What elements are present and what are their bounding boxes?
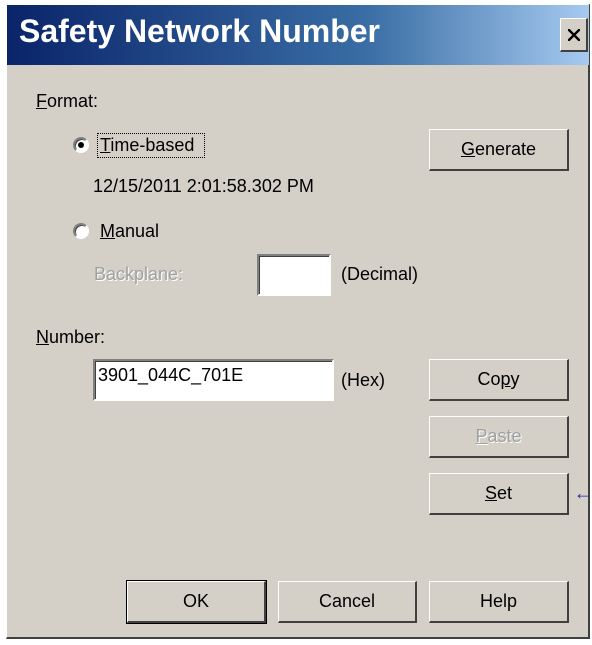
backplane-input[interactable] xyxy=(257,254,331,296)
safety-network-number-dialog: Safety Network Number Format: Time-based… xyxy=(6,4,592,639)
manual-radio[interactable] xyxy=(73,223,89,239)
title-bar[interactable]: Safety Network Number xyxy=(7,5,589,65)
radio-selected-dot xyxy=(78,142,84,148)
close-button[interactable] xyxy=(560,18,588,52)
dialog-title: Safety Network Number xyxy=(19,13,380,49)
time-based-label[interactable]: Time-based xyxy=(100,135,194,156)
copy-button[interactable]: Copy xyxy=(429,359,569,401)
cancel-button[interactable]: Cancel xyxy=(278,581,417,623)
number-input[interactable]: 3901_044C_701E xyxy=(93,359,334,401)
backplane-label: Backplane: xyxy=(94,264,184,284)
help-button[interactable]: Help xyxy=(429,581,569,623)
set-button[interactable]: Set xyxy=(429,473,569,515)
paste-button[interactable]: Paste xyxy=(429,416,569,458)
close-icon xyxy=(567,28,580,41)
time-based-radio[interactable] xyxy=(73,137,89,153)
manual-label[interactable]: Manual xyxy=(100,221,159,242)
number-label: Number: xyxy=(36,327,106,347)
timestamp-text: 12/15/2011 2:01:58.302 PM xyxy=(93,176,314,196)
decimal-label: (Decimal) xyxy=(341,264,419,284)
ok-button[interactable]: OK xyxy=(126,580,267,624)
hex-label: (Hex) xyxy=(341,370,385,390)
generate-button[interactable]: Generate xyxy=(429,129,569,171)
format-label: Format: xyxy=(36,91,99,111)
left-arrow-icon: ← xyxy=(574,483,592,503)
